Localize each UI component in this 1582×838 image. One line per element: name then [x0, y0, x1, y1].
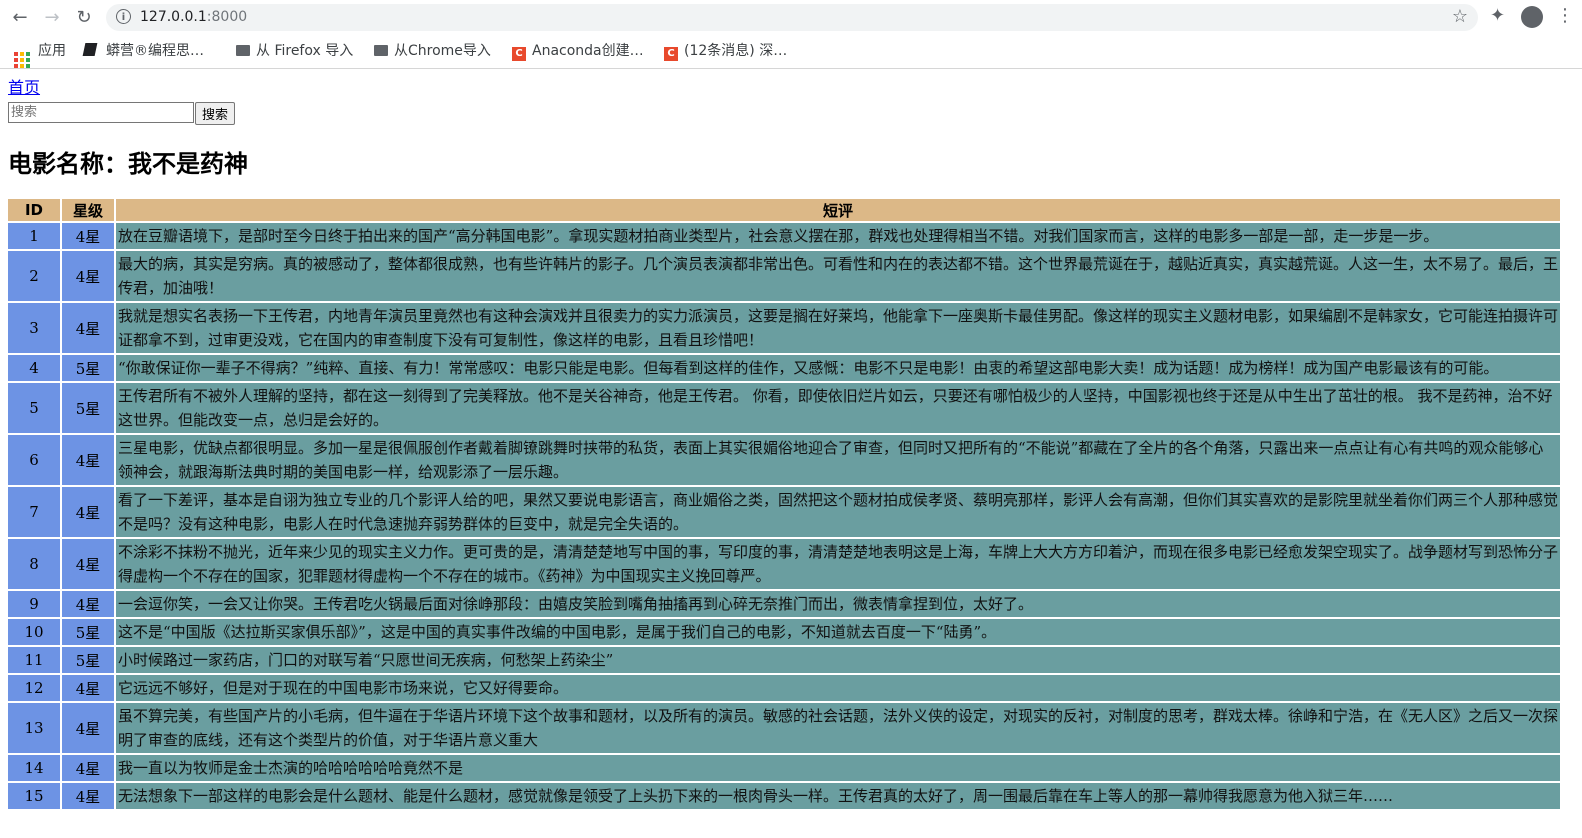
csdn-icon: C	[664, 47, 678, 61]
row-comment: 三星电影，优缺点都很明显。多加一星是很佩服创作者戴着脚镣跳舞时挟带的私货，表面上…	[116, 435, 1560, 485]
url-text[interactable]: 127.0.0.1:8000	[140, 9, 247, 25]
row-comment: 看了一下差评，基本是自诩为独立专业的几个影评人给的吧，果然又要说电影语言，商业媚…	[116, 487, 1560, 537]
row-id: 5	[8, 383, 60, 433]
table-row: 8 4星 不涂彩不抹粉不抛光，近年来少见的现实主义力作。更可贵的是，清清楚楚地写中国…	[8, 539, 1560, 589]
row-id: 6	[8, 435, 60, 485]
row-comment: 王传君所有不被外人理解的坚持，都在这一刻得到了完美释放。他不是关谷神奇，他是王传…	[116, 383, 1560, 433]
browser-chrome: ← → ↻ i 127.0.0.1:8000 ☆ ✦ ⋮ 应用 蟒营®编程思… …	[0, 0, 1582, 69]
header-star: 星级	[62, 199, 114, 221]
bookmark-folder-chrome[interactable]: 从Chrome导入	[374, 40, 491, 60]
csdn-icon: C	[512, 47, 526, 61]
row-id: 9	[8, 591, 60, 617]
bookmark-star-icon[interactable]: ☆	[1452, 6, 1468, 27]
row-comment: 它远远不够好，但是对于现在的中国电影市场来说，它又好得要命。	[116, 675, 1560, 701]
table-row: 6 4星 三星电影，优缺点都很明显。多加一星是很佩服创作者戴着脚镣跳舞时挟带的私货，…	[8, 435, 1560, 485]
row-comment: 小时候路过一家药店，门口的对联写着“只愿世间无疾病，何愁架上药染尘”	[116, 647, 1560, 673]
browser-toolbar: ← → ↻ i 127.0.0.1:8000 ☆ ✦ ⋮	[0, 0, 1582, 35]
page-title: 电影名称：我不是药神	[8, 150, 248, 178]
table-row: 13 4星 虽不算完美，有些国产片的小毛病，但牛逼在于华语片环境下这个故事和题材，以…	[8, 703, 1560, 753]
row-star: 5星	[62, 647, 114, 673]
search-button[interactable]: 搜索	[195, 102, 236, 125]
row-star: 4星	[62, 539, 114, 589]
row-id: 3	[8, 303, 60, 353]
row-id: 4	[8, 355, 60, 381]
menu-kebab-icon[interactable]: ⋮	[1556, 5, 1574, 26]
comments-table: ID 星级 短评 1 4星 放在豆瓣语境下，是部时至今日终于拍出来的国产“高分韩国电…	[6, 197, 1562, 811]
address-bar[interactable]: i 127.0.0.1:8000 ☆	[106, 4, 1478, 31]
table-row: 15 4星 无法想象下一部这样的电影会是什么题材、能是什么题材，感觉就像是领受了上头…	[8, 783, 1560, 809]
row-comment: 我一直以为牧师是金士杰演的哈哈哈哈哈哈竟然不是	[116, 755, 1560, 781]
table-row: 5 5星 王传君所有不被外人理解的坚持，都在这一刻得到了完美释放。他不是关谷神奇，他…	[8, 383, 1560, 433]
bookmark-item[interactable]: 蟒营®编程思…	[82, 40, 204, 60]
row-comment: 这不是“中国版《达拉斯买家俱乐部》”，这是中国的真实事件改编的中国电影，是属于我…	[116, 619, 1560, 645]
bookmark-item[interactable]: C (12条消息) 深…	[664, 40, 787, 61]
header-id: ID	[8, 199, 60, 221]
row-star: 4星	[62, 783, 114, 809]
bookmark-folder-firefox[interactable]: 从 Firefox 导入	[236, 40, 353, 60]
bookmark-apps[interactable]: 应用	[14, 40, 66, 68]
row-comment: 放在豆瓣语境下，是部时至今日终于拍出来的国产“高分韩国电影”。拿现实题材拍商业类…	[116, 223, 1560, 249]
row-comment: 不涂彩不抹粉不抛光，近年来少见的现实主义力作。更可贵的是，清清楚楚地写中国的事，…	[116, 539, 1560, 589]
row-star: 4星	[62, 223, 114, 249]
row-id: 13	[8, 703, 60, 753]
table-row: 3 4星 我就是想实名表扬一下王传君，内地青年演员里竟然也有这种会演戏并且很卖力的实…	[8, 303, 1560, 353]
row-comment: “你敢保证你一辈子不得病？”纯粹、直接、有力！常常感叹：电影只能是电影。但每看到…	[116, 355, 1560, 381]
row-star: 4星	[62, 591, 114, 617]
page-content: 首页 搜索 电影名称：我不是药神 ID 星级 短评 14星放在豆瓣语境下，是部时…	[8, 78, 1574, 811]
search-input[interactable]	[8, 102, 194, 123]
table-row: 4 5星 “你敢保证你一辈子不得病？”纯粹、直接、有力！常常感叹：电影只能是电影。但…	[8, 355, 1560, 381]
table-row: 11 5星 小时候路过一家药店，门口的对联写着“只愿世间无疾病，何愁架上药染尘”	[8, 647, 1560, 673]
table-row: 14 4星 我一直以为牧师是金士杰演的哈哈哈哈哈哈竟然不是	[8, 755, 1560, 781]
folder-icon	[236, 45, 250, 56]
row-comment: 虽不算完美，有些国产片的小毛病，但牛逼在于华语片环境下这个故事和题材，以及所有的…	[116, 703, 1560, 753]
back-arrow-icon[interactable]: ←	[8, 6, 32, 30]
row-star: 4星	[62, 675, 114, 701]
search-form: 搜索	[8, 102, 1574, 126]
row-star: 4星	[62, 251, 114, 301]
row-id: 12	[8, 675, 60, 701]
table-row: 1 4星 放在豆瓣语境下，是部时至今日终于拍出来的国产“高分韩国电影”。拿现实题材拍…	[8, 223, 1560, 249]
bookmarks-bar: 应用 蟒营®编程思… 从 Firefox 导入 从Chrome导入 C Anaco…	[0, 36, 1582, 68]
table-row: 12 4星 它远远不够好，但是对于现在的中国电影市场来说，它又好得要命。	[8, 675, 1560, 701]
row-comment: 一会逗你笑，一会又让你哭。王传君吃火锅最后面对徐峥那段：由嬉皮笑脸到嘴角抽搐再到…	[116, 591, 1560, 617]
folder-icon	[374, 45, 388, 56]
row-id: 14	[8, 755, 60, 781]
row-id: 8	[8, 539, 60, 589]
table-row: 2 4星 最大的病，其实是穷病。真的被感动了，整体都很成熟，也有些许韩片的影子。几个…	[8, 251, 1560, 301]
row-id: 11	[8, 647, 60, 673]
row-comment: 最大的病，其实是穷病。真的被感动了，整体都很成熟，也有些许韩片的影子。几个演员表…	[116, 251, 1560, 301]
table-row: 10 5星 这不是“中国版《达拉斯买家俱乐部》”，这是中国的真实事件改编的中国电影，…	[8, 619, 1560, 645]
apps-grid-icon	[14, 52, 30, 68]
table-row: 7 4星 看了一下差评，基本是自诩为独立专业的几个影评人给的吧，果然又要说电影语言，…	[8, 487, 1560, 537]
row-star: 4星	[62, 755, 114, 781]
reload-icon[interactable]: ↻	[72, 6, 96, 30]
table-header-row: ID 星级 短评	[8, 199, 1560, 221]
row-comment: 我就是想实名表扬一下王传君，内地青年演员里竟然也有这种会演戏并且很卖力的实力派演…	[116, 303, 1560, 353]
row-id: 10	[8, 619, 60, 645]
row-star: 5星	[62, 383, 114, 433]
row-star: 5星	[62, 619, 114, 645]
header-comment: 短评	[116, 199, 1560, 221]
row-id: 2	[8, 251, 60, 301]
row-star: 4星	[62, 487, 114, 537]
table-row: 9 4星 一会逗你笑，一会又让你哭。王传君吃火锅最后面对徐峥那段：由嬉皮笑脸到嘴角抽…	[8, 591, 1560, 617]
extensions-puzzle-icon[interactable]: ✦	[1490, 5, 1505, 26]
site-info-icon[interactable]: i	[116, 9, 131, 24]
row-star: 5星	[62, 355, 114, 381]
profile-avatar-icon[interactable]	[1521, 6, 1543, 28]
book-icon	[82, 43, 98, 56]
row-star: 4星	[62, 703, 114, 753]
row-comment: 无法想象下一部这样的电影会是什么题材、能是什么题材，感觉就像是领受了上头扔下来的…	[116, 783, 1560, 809]
row-star: 4星	[62, 435, 114, 485]
row-star: 4星	[62, 303, 114, 353]
row-id: 15	[8, 783, 60, 809]
bookmark-item[interactable]: C Anaconda创建…	[512, 40, 644, 61]
row-id: 1	[8, 223, 60, 249]
row-id: 7	[8, 487, 60, 537]
forward-arrow-icon[interactable]: →	[40, 6, 64, 30]
home-link[interactable]: 首页	[8, 78, 1574, 98]
